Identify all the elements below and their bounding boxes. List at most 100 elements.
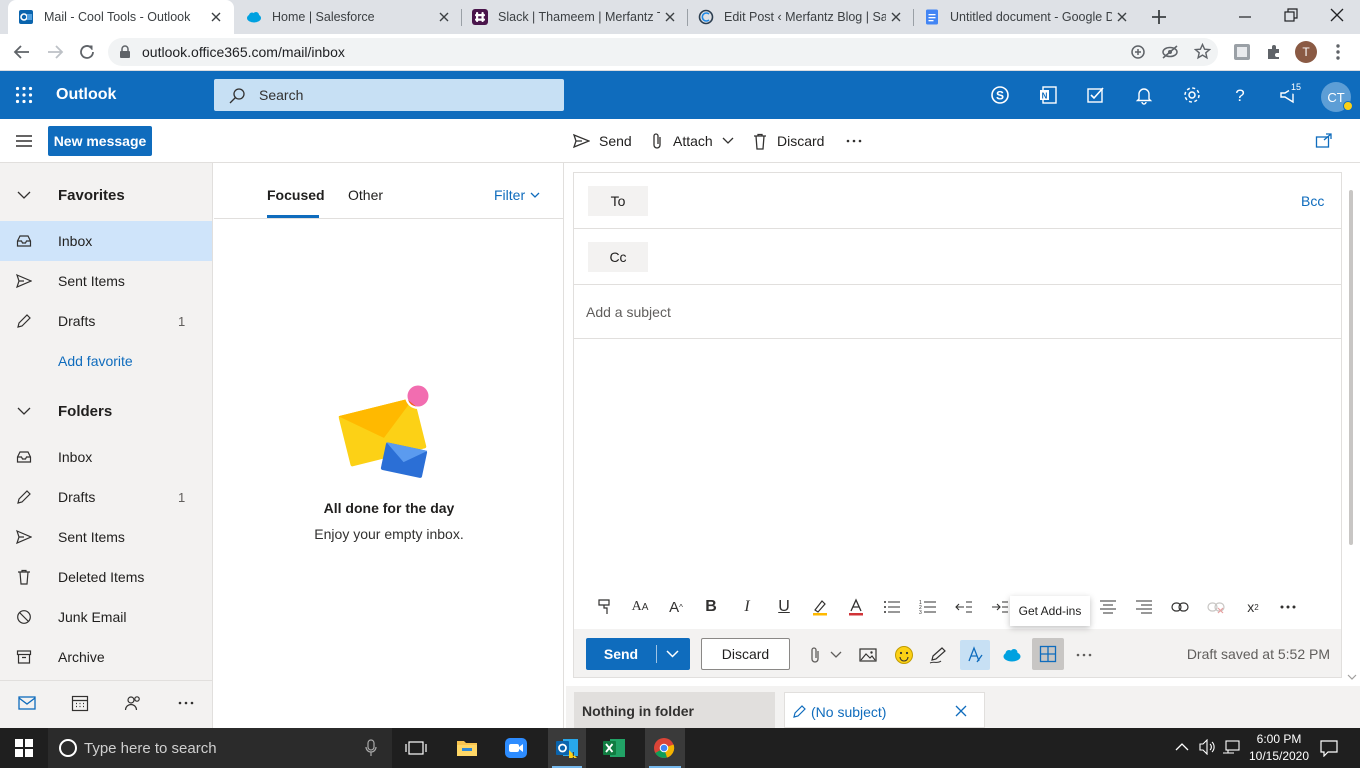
close-tab-icon[interactable] [886,7,906,27]
subject-field[interactable] [574,285,1341,339]
nav-folder-deleted-items[interactable]: Deleted Items [0,557,212,597]
help-icon[interactable]: ? [1230,85,1250,105]
nav-favorite-sent-items[interactable]: Sent Items [0,261,212,301]
signature-pen-icon[interactable] [928,644,950,666]
close-tab-icon[interactable] [1112,7,1132,27]
puzzle-icon[interactable] [1265,43,1283,61]
cc-field[interactable] [574,229,1341,285]
calendar-icon[interactable] [71,694,89,712]
tab-other[interactable]: Other [348,187,383,203]
underline-icon[interactable]: U [773,596,795,618]
more-actions-icon[interactable] [1073,644,1095,666]
bullets-icon[interactable] [881,596,903,618]
restore-icon[interactable] [1282,6,1300,24]
new-message-button[interactable]: New message [48,126,152,156]
chevron-down-icon[interactable] [666,650,679,658]
font-icon[interactable]: AA [629,596,651,618]
close-tab-icon[interactable] [434,7,454,27]
format-painter-icon[interactable] [594,596,616,618]
nav-folder-archive[interactable]: Archive [0,637,212,677]
ribbon-attach-button[interactable]: Attach [651,128,734,154]
mail-icon[interactable] [18,695,36,711]
reload-icon[interactable] [77,42,97,62]
to-button[interactable]: To [588,186,648,216]
cc-button[interactable]: Cc [588,242,648,272]
chevron-down-icon[interactable] [825,644,847,666]
show-hidden-icons-icon[interactable] [1175,741,1189,753]
discard-button[interactable]: Discard [701,638,790,670]
extension-icon[interactable] [1233,43,1251,61]
message-body-editor[interactable] [574,340,1341,582]
eye-off-icon[interactable] [1161,44,1179,60]
settings-gear-icon[interactable] [1182,85,1202,105]
more-apps-icon[interactable] [177,696,195,710]
skype-icon[interactable]: S [990,85,1010,105]
browser-tab-wordpress[interactable]: Edit Post ‹ Merfantz Blog | Sale [688,0,914,34]
folders-header[interactable]: Folders [0,391,212,431]
close-draft-icon[interactable] [955,705,967,717]
minimize-icon[interactable] [1236,8,1254,26]
excel-app-icon[interactable] [602,737,626,759]
people-icon[interactable] [124,694,142,712]
tab-focused[interactable]: Focused [267,187,325,203]
browser-tab-outlook[interactable]: Mail - Cool Tools - Outlook [8,0,234,34]
nothing-in-folder-tab[interactable]: Nothing in folder [574,692,775,728]
close-tab-icon[interactable] [660,7,680,27]
bell-icon[interactable] [1134,85,1154,105]
hamburger-menu-icon[interactable] [15,133,33,149]
filter-button[interactable]: Filter [494,187,540,203]
scrollbar-thumb[interactable] [1349,190,1353,545]
action-center-icon[interactable] [1320,739,1338,757]
clock-date[interactable]: 10/15/2020 [1244,749,1314,763]
align-center-icon[interactable] [1097,596,1119,618]
volume-icon[interactable] [1199,739,1217,755]
insert-picture-icon[interactable] [857,644,879,666]
align-right-icon[interactable] [1133,596,1155,618]
bcc-button[interactable]: Bcc [1301,193,1324,209]
superscript-icon[interactable]: x2 [1242,596,1264,618]
pop-out-icon[interactable] [1315,133,1333,149]
numbering-icon[interactable]: 123 [917,596,939,618]
profile-avatar[interactable]: T [1295,41,1317,63]
chrome-app-icon[interactable] [653,737,675,759]
back-icon[interactable] [12,43,32,61]
clock-time[interactable]: 6:00 PM [1246,732,1312,746]
app-launcher-icon[interactable] [15,86,33,104]
nav-folder-drafts[interactable]: Drafts 1 [0,477,212,517]
close-window-icon[interactable] [1328,6,1346,24]
send-button[interactable]: Send [586,638,690,670]
italic-icon[interactable]: I [736,596,758,618]
zoom-icon[interactable] [1130,44,1146,60]
microphone-icon[interactable] [364,739,378,757]
salesforce-addin-icon[interactable] [1001,644,1023,666]
insert-link-icon[interactable] [1169,596,1191,618]
favorites-header[interactable]: Favorites [0,175,212,215]
remove-link-icon[interactable] [1205,596,1227,618]
forward-icon[interactable] [45,43,65,61]
task-view-icon[interactable] [405,739,427,757]
lock-icon[interactable] [118,45,132,59]
bold-icon[interactable]: B [700,596,722,618]
windows-start-icon[interactable] [15,739,33,757]
browser-menu-icon[interactable] [1330,42,1346,62]
close-tab-icon[interactable] [206,7,226,27]
draft-tab[interactable]: (No subject) [784,692,985,728]
more-formatting-icon[interactable] [1277,596,1299,618]
more-options-icon[interactable] [845,134,863,148]
browser-tab-slack[interactable]: Slack | Thameem | Merfantz Te [462,0,688,34]
ribbon-send-button[interactable]: Send [573,128,632,154]
attach-icon[interactable] [804,644,826,666]
nav-favorite-drafts[interactable]: Drafts 1 [0,301,212,341]
emoji-icon[interactable] [893,644,915,666]
editor-icon[interactable] [960,640,990,670]
bookmark-star-icon[interactable] [1194,43,1211,60]
outlook-app-icon[interactable]: ! [555,737,579,759]
file-explorer-icon[interactable] [456,738,478,758]
onenote-icon[interactable]: N [1038,85,1058,105]
network-icon[interactable] [1222,739,1240,755]
font-color-icon[interactable] [845,596,867,618]
to-field[interactable] [574,173,1341,229]
zoom-app-icon[interactable] [505,738,527,758]
add-favorite-link[interactable]: Add favorite [0,341,212,381]
nav-favorite-inbox[interactable]: Inbox [0,221,212,261]
